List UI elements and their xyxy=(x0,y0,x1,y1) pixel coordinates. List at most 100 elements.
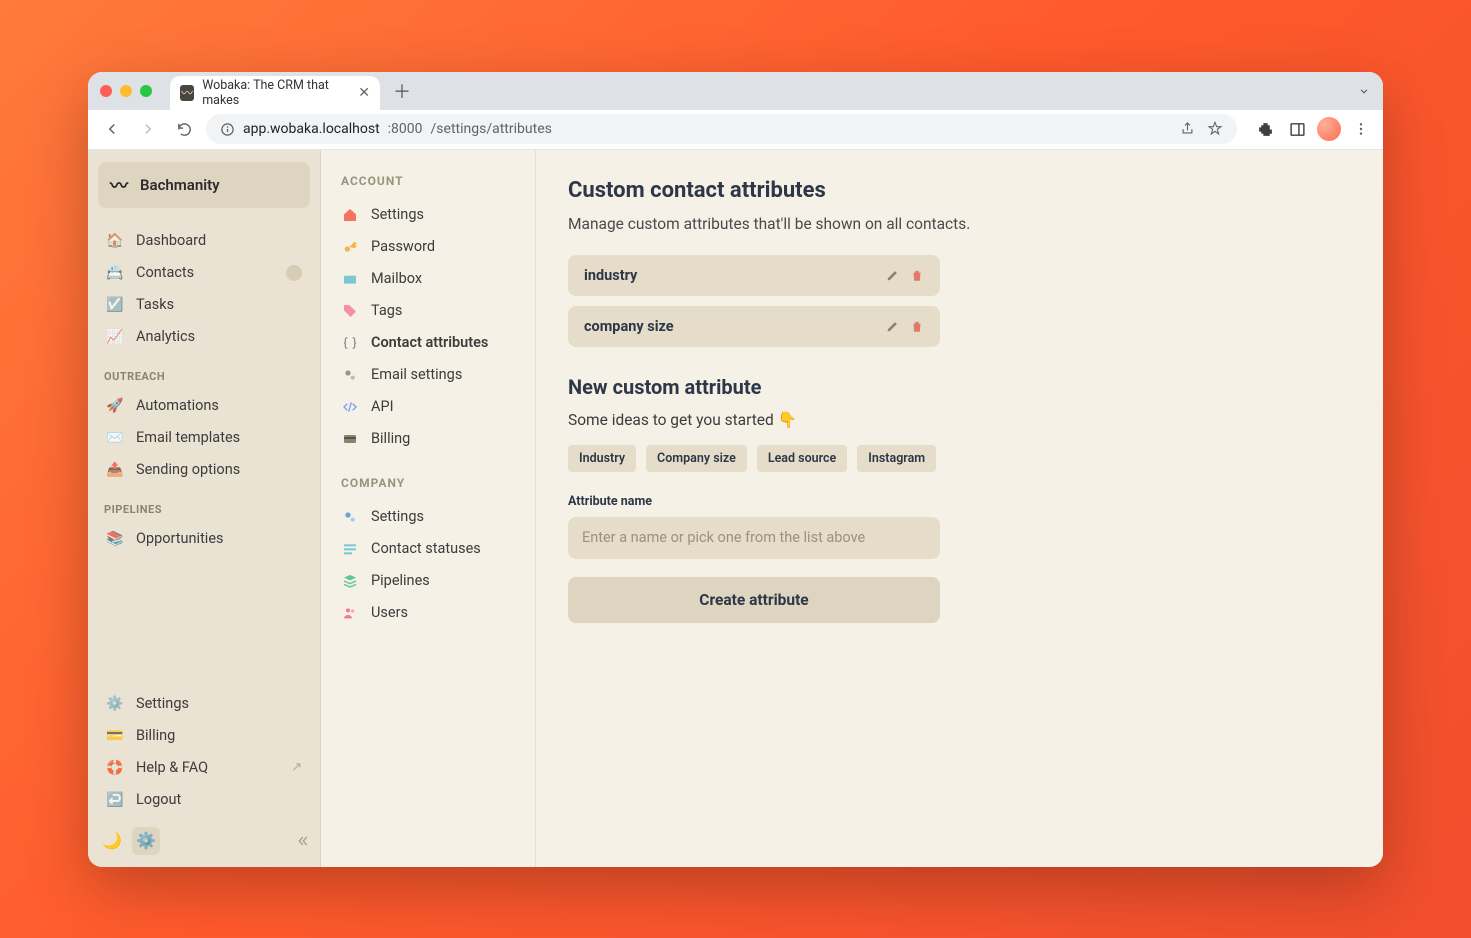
org-name: Bachmanity xyxy=(140,176,220,194)
suggestion-chip-company-size[interactable]: Company size xyxy=(646,445,747,472)
attribute-name-input[interactable] xyxy=(568,517,940,559)
settings-nav-label: Users xyxy=(371,604,408,621)
maximize-window-button[interactable] xyxy=(140,85,152,97)
layers-icon: 📚 xyxy=(106,530,124,548)
back-button[interactable] xyxy=(98,115,126,143)
sidebar-item-settings[interactable]: ⚙️Settings xyxy=(98,689,310,719)
system-theme-toggle[interactable]: ⚙️ xyxy=(132,827,160,855)
suggestion-chip-industry[interactable]: Industry xyxy=(568,445,636,472)
settings-nav-company-settings[interactable]: Settings xyxy=(337,504,519,530)
delete-button[interactable] xyxy=(910,268,924,283)
edit-button[interactable] xyxy=(885,319,900,334)
attribute-row: company size xyxy=(568,306,940,347)
gear-icon: ⚙️ xyxy=(106,695,124,713)
attribute-name: industry xyxy=(584,267,637,284)
rocket-icon: 🚀 xyxy=(106,397,124,415)
url-port: :8000 xyxy=(388,121,423,137)
attribute-name: company size xyxy=(584,318,674,335)
sidebar-item-help[interactable]: 🛟Help & FAQ↗ xyxy=(98,753,310,783)
delete-button[interactable] xyxy=(910,319,924,334)
settings-nav-contact-statuses[interactable]: Contact statuses xyxy=(337,536,519,562)
settings-nav-password[interactable]: Password xyxy=(337,234,519,260)
contacts-icon: 📇 xyxy=(106,264,124,282)
url-path: /settings/attributes xyxy=(431,121,552,137)
close-window-button[interactable] xyxy=(100,85,112,97)
collapse-sidebar-button[interactable] xyxy=(294,833,310,849)
send-icon: 📤 xyxy=(106,461,124,479)
analytics-icon: 📈 xyxy=(106,328,124,346)
browser-tabstrip: 〰 Wobaka: The CRM that makes ✕ ＋ xyxy=(88,72,1383,110)
reload-button[interactable] xyxy=(170,115,198,143)
sidebar-item-automations[interactable]: 🚀 Automations xyxy=(98,391,310,421)
logo-icon: 〰 xyxy=(110,172,128,198)
close-tab-button[interactable]: ✕ xyxy=(358,85,370,101)
settings-nav-settings[interactable]: Settings xyxy=(337,202,519,228)
sidebar-item-analytics[interactable]: 📈 Analytics xyxy=(98,322,310,352)
site-info-icon xyxy=(220,122,235,137)
sidebar-item-sending-options[interactable]: 📤Sending options xyxy=(98,455,310,485)
sidebar-item-logout[interactable]: ↩️ Logout xyxy=(98,785,310,815)
sidebar-item-contacts[interactable]: 📇Contacts xyxy=(98,258,310,288)
sidebar-item-email-templates[interactable]: ✉️Email templates xyxy=(98,423,310,453)
settings-nav-billing[interactable]: Billing xyxy=(337,426,519,452)
external-link-icon: ↗ xyxy=(291,760,302,775)
sidebar-label: Dashboard xyxy=(136,232,206,249)
settings-nav-pipelines[interactable]: Pipelines xyxy=(337,568,519,594)
users-icon xyxy=(341,604,359,622)
settings-nav-label: Password xyxy=(371,238,435,255)
count-badge xyxy=(286,265,302,281)
window-controls xyxy=(100,85,152,97)
url-host: app.wobaka.localhost xyxy=(243,121,380,137)
settings-sidebar: ACCOUNT Settings Password Mailbox Tags C… xyxy=(321,150,536,867)
sidebar-item-tasks[interactable]: ☑️Tasks xyxy=(98,290,310,320)
suggestion-chip-instagram[interactable]: Instagram xyxy=(857,445,936,472)
tag-icon xyxy=(341,302,359,320)
sidebar-label: Analytics xyxy=(136,328,195,345)
extensions-icon[interactable] xyxy=(1253,117,1277,141)
minimize-window-button[interactable] xyxy=(120,85,132,97)
settings-nav-label: Mailbox xyxy=(371,270,422,287)
settings-nav-label: Billing xyxy=(371,430,410,447)
create-attribute-button[interactable]: Create attribute xyxy=(568,577,940,623)
gears-icon xyxy=(341,508,359,526)
browser-menu-button[interactable] xyxy=(1349,117,1373,141)
settings-nav-email-settings[interactable]: Email settings xyxy=(337,362,519,388)
bookmark-star-icon[interactable] xyxy=(1207,121,1223,137)
field-label: Attribute name xyxy=(568,494,1351,509)
logout-icon: ↩️ xyxy=(106,791,124,809)
new-tab-button[interactable]: ＋ xyxy=(388,77,416,105)
sidebar-label: Billing xyxy=(136,727,175,744)
settings-nav-contact-attributes[interactable]: Contact attributes xyxy=(337,330,519,356)
browser-tab[interactable]: 〰 Wobaka: The CRM that makes ✕ xyxy=(170,76,380,110)
sidebar-item-dashboard[interactable]: 🏠 Dashboard xyxy=(98,226,310,256)
settings-nav-api[interactable]: API xyxy=(337,394,519,420)
gears-icon xyxy=(341,366,359,384)
sidebar-label: Automations xyxy=(136,397,219,414)
panel-icon[interactable] xyxy=(1285,117,1309,141)
code-icon xyxy=(341,398,359,416)
share-icon[interactable] xyxy=(1180,121,1195,136)
settings-nav-users[interactable]: Users xyxy=(337,600,519,626)
settings-nav-tags[interactable]: Tags xyxy=(337,298,519,324)
primary-sidebar: 〰 Bachmanity 🏠 Dashboard 📇Contacts ☑️Task… xyxy=(88,150,321,867)
inbox-icon xyxy=(341,270,359,288)
section-title: New custom attribute xyxy=(568,375,1351,399)
edit-button[interactable] xyxy=(885,268,900,283)
home-icon: 🏠 xyxy=(106,232,124,250)
tabs-menu-button[interactable] xyxy=(1357,84,1371,98)
address-bar[interactable]: app.wobaka.localhost :8000/settings/attri… xyxy=(206,114,1237,144)
braces-icon xyxy=(341,334,359,352)
dark-mode-toggle[interactable]: 🌙 xyxy=(98,827,126,855)
sidebar-item-billing[interactable]: 💳Billing xyxy=(98,721,310,751)
suggestion-chip-lead-source[interactable]: Lead source xyxy=(757,445,847,472)
org-switcher[interactable]: 〰 Bachmanity xyxy=(98,162,310,208)
forward-button[interactable] xyxy=(134,115,162,143)
settings-nav-mailbox[interactable]: Mailbox xyxy=(337,266,519,292)
sidebar-section-pipelines: PIPELINES xyxy=(104,503,304,516)
settings-nav-label: Tags xyxy=(371,302,402,319)
profile-avatar[interactable] xyxy=(1317,117,1341,141)
stack-icon xyxy=(341,572,359,590)
page-subtitle: Manage custom attributes that'll be show… xyxy=(568,215,1351,233)
sidebar-item-opportunities[interactable]: 📚Opportunities xyxy=(98,524,310,554)
sidebar-label: Logout xyxy=(136,791,181,808)
